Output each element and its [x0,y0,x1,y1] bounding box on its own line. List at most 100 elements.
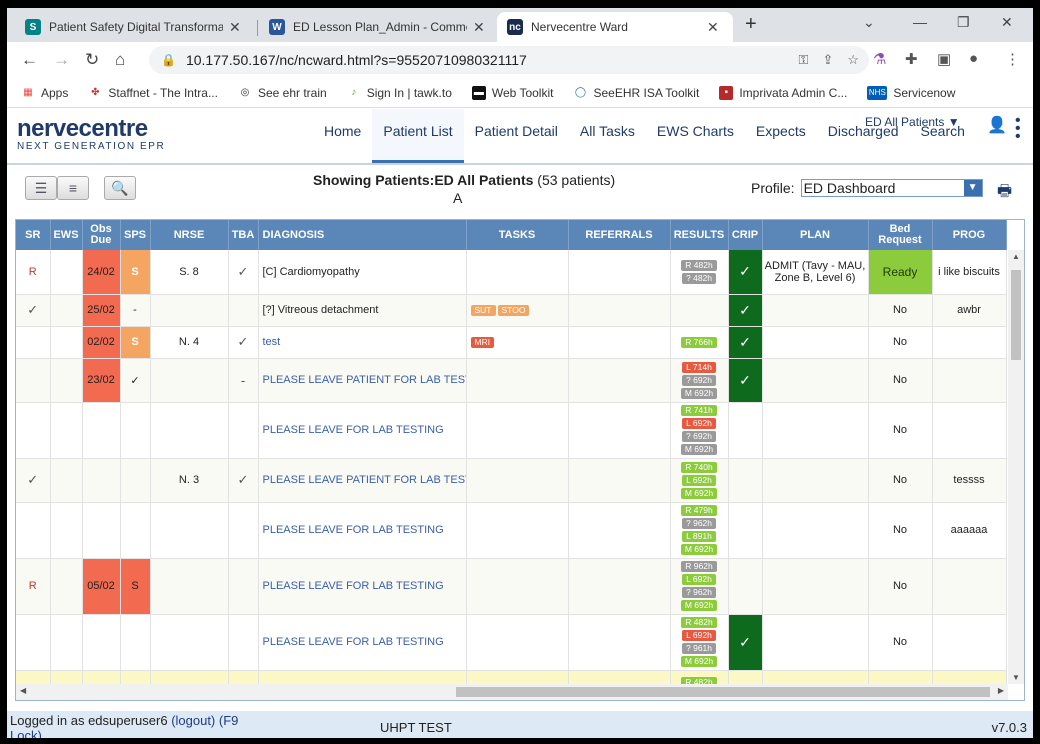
forward-icon[interactable]: → [53,50,70,70]
result-badge[interactable]: M 692h [680,444,718,455]
column-header[interactable]: Bed Request [868,220,933,250]
tasks-cell[interactable] [466,250,569,295]
close-icon[interactable]: ✕ [707,19,719,36]
sidebar-icon[interactable]: ▣ [937,50,951,68]
result-badge[interactable]: L 891h [682,531,716,542]
column-header[interactable]: PROG [932,220,1007,250]
task-badge[interactable]: STOO [497,304,530,316]
progress-cell[interactable]: i like biscuits [932,250,1007,295]
bookmark-servicenow[interactable]: NHS Servicenow [867,85,955,100]
results-cell[interactable]: R 741h L 692h ? 692h M 692h [670,402,729,459]
progress-cell[interactable] [932,614,1007,671]
results-cell[interactable]: R 962h L 692h ? 962h M 692h [670,558,729,615]
plan-cell[interactable] [762,294,869,327]
tasks-cell[interactable] [466,558,569,615]
nav-all-tasks[interactable]: All Tasks [569,109,646,163]
print-icon[interactable]: 🖶 [997,180,1012,207]
tasks-cell[interactable] [466,502,569,559]
result-badge[interactable]: L 692h [682,418,716,429]
result-badge[interactable]: L 692h [682,630,716,641]
referrals-cell[interactable] [568,502,671,559]
referrals-cell[interactable] [568,358,671,403]
diagnosis-cell[interactable]: [C] Cardiomyopathy [258,250,467,295]
referrals-cell[interactable] [568,250,671,295]
results-cell[interactable]: L 714h? 692h M 692h [670,358,729,403]
result-badge[interactable]: L 692h [682,574,716,585]
diagnosis-cell[interactable]: [?] Vitreous detachment [258,294,467,327]
key-icon[interactable]: ⚿ [799,52,809,68]
tasks-cell[interactable] [466,614,569,671]
close-icon[interactable]: ✕ [473,19,485,36]
result-badge[interactable]: ? 962h [682,518,716,529]
plan-cell[interactable] [762,502,869,559]
referrals-cell[interactable] [568,294,671,327]
referrals-cell[interactable] [568,402,671,459]
table-row[interactable]: ✓N. 3✓PLEASE LEAVE PATIENT FOR LAB TESTI… [16,458,1007,503]
bed-request-cell[interactable]: No [868,294,933,327]
bed-request-cell[interactable]: No [868,558,933,615]
bookmark-staffnet[interactable]: ✤ Staffnet - The Intra... [88,86,218,100]
plan-cell[interactable] [762,402,869,459]
progress-cell[interactable] [932,402,1007,459]
puzzle-icon[interactable]: ✚ [905,50,918,68]
result-badge[interactable]: R 741h [681,405,717,416]
result-badge[interactable]: M 692h [680,544,718,555]
result-badge[interactable]: ? 692h [682,431,716,442]
tasks-cell[interactable]: SUT STOO [466,294,569,327]
nav-patient-list[interactable]: Patient List [372,109,464,163]
column-header[interactable]: NRSE [150,220,229,250]
bed-request-cell[interactable]: No [868,326,933,359]
tab-patient-safety[interactable]: S Patient Safety Digital Transformat ✕ [15,12,251,42]
chevron-down-icon[interactable]: ⌄ [863,14,875,31]
column-header[interactable]: RESULTS [670,220,729,250]
result-badge[interactable]: R 740h [681,461,717,473]
referrals-cell[interactable] [568,458,671,503]
bed-request-cell[interactable]: No [868,502,933,559]
result-badge[interactable]: M 692h [680,656,718,667]
scroll-down-icon[interactable]: ▼ [1012,673,1020,682]
result-badge[interactable]: ? 692h [682,374,716,386]
user-icon[interactable]: 👤 [987,115,1007,135]
back-icon[interactable]: ← [21,50,38,70]
column-header[interactable]: PLAN [762,220,869,250]
nav-patient-detail[interactable]: Patient Detail [464,109,569,163]
plan-cell[interactable]: ADMIT (Tavy - MAU, Zone B, Level 6) [762,250,869,295]
plan-cell[interactable] [762,458,869,503]
result-badge[interactable]: ? 962h [682,587,716,598]
progress-cell[interactable]: tessss [932,458,1007,503]
tab-ed-lesson-plan[interactable]: W ED Lesson Plan_Admin - Commer ✕ [259,12,495,42]
bookmark-web-toolkit[interactable]: ▬ Web Toolkit [471,85,553,100]
new-tab-button[interactable]: + [745,13,757,36]
home-icon[interactable]: ⌂ [115,50,125,70]
scroll-right-icon[interactable]: ▶ [998,686,1004,695]
column-header[interactable]: TASKS [466,220,569,250]
bed-request-cell[interactable]: Ready [868,250,933,295]
column-header[interactable]: DIAGNOSIS [258,220,467,250]
results-cell[interactable]: R 740h L 692h M 692h [670,458,729,503]
star-icon[interactable]: ☆ [847,52,859,68]
nav-ews-charts[interactable]: EWS Charts [646,109,745,163]
column-header[interactable]: EWS [50,220,83,250]
profile-avatar-icon[interactable]: ● [969,50,978,67]
results-cell[interactable]: R 482h L 692h ? 961h M 692h [670,614,729,671]
result-badge[interactable]: L 714h [682,361,716,373]
plan-cell[interactable] [762,614,869,671]
bookmark-see-ehr[interactable]: ◎ See ehr train [238,86,327,100]
reload-icon[interactable]: ↻ [85,50,99,70]
progress-cell[interactable]: aaaaaa [932,502,1007,559]
bookmark-tawk[interactable]: ♪ Sign In | tawk.to [347,86,452,100]
diagnosis-cell[interactable]: PLEASE LEAVE FOR LAB TESTING [258,502,467,559]
result-badge[interactable]: M 692h [680,600,718,611]
result-badge[interactable]: ? 961h [682,643,716,654]
result-badge[interactable]: R 482h [681,617,717,628]
logout-link[interactable]: (logout) [171,713,215,728]
table-row[interactable]: PLEASE LEAVE FOR LAB TESTING R 479h ? 962h… [16,502,1007,559]
bed-request-cell[interactable]: No [868,614,933,671]
view-list-icon[interactable]: ≡ [57,176,89,200]
result-badge[interactable]: R 482h [681,259,717,271]
table-row[interactable]: 02/02 S N. 4 ✓ test MRI R 766h ✓ No [16,326,1007,359]
progress-cell[interactable] [932,358,1007,403]
result-badge[interactable]: R 479h [681,505,717,516]
results-cell[interactable]: R 482h? 482h [670,250,729,295]
table-row[interactable]: R 24/02 S S. 8 ✓ [C] Cardiomyopathy R 482h? 48… [16,250,1007,295]
